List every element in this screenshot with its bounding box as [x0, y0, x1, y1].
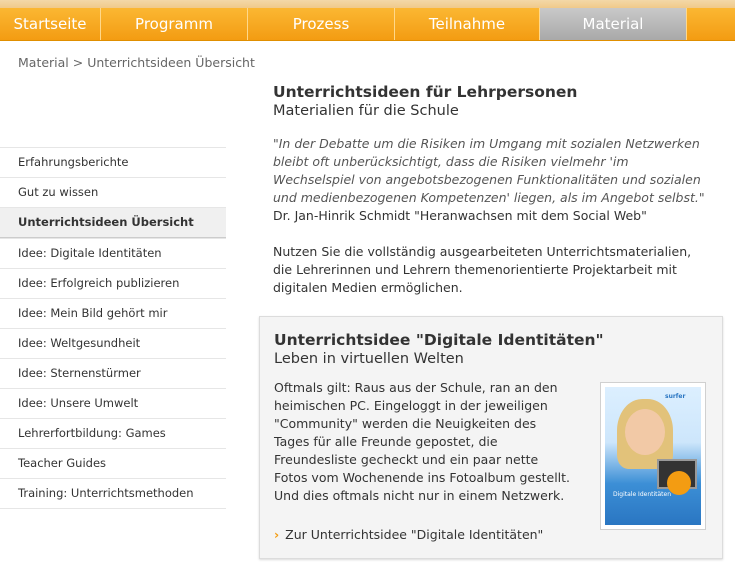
nav-item-prozess[interactable]: Prozess [248, 8, 395, 40]
card-title: Unterrichtsidee "Digitale Identitäten" [274, 331, 604, 349]
nav-item-programm[interactable]: Programm [101, 8, 248, 40]
nav-item-truncated[interactable]: T [687, 8, 735, 40]
sidebar-item-training-unterrichtsmethoden[interactable]: Training: Unterrichtsmethoden [0, 478, 226, 509]
quote-author: Dr. Jan-Hinrik Schmidt "Heranwachsen mit… [273, 208, 647, 223]
breadcrumb: Material > Unterrichtsideen Übersicht [18, 55, 255, 70]
card-subtitle: Leben in virtuellen Welten [274, 351, 464, 367]
sidebar-item-gut-zu-wissen[interactable]: Gut zu wissen [0, 177, 226, 207]
header-banner-strip [0, 0, 735, 8]
sidebar-item-teacher-guides[interactable]: Teacher Guides [0, 448, 226, 478]
sidebar-item-weltgesundheit[interactable]: Idee: Weltgesundheit [0, 328, 226, 358]
sidebar-item-erfahrungsberichte[interactable]: Erfahrungsberichte [0, 147, 226, 177]
nav-item-startseite[interactable]: Startseite [0, 8, 101, 40]
brochure-cover-image: surfer Digitale Identitäten [605, 387, 701, 525]
teaser-card: Unterrichtsidee "Digitale Identitäten" L… [259, 316, 723, 559]
card-link-label[interactable]: Zur Unterrichtsidee "Digitale Identitäte… [285, 527, 543, 542]
sidebar-item-unterrichtsideen-uebersicht[interactable]: Unterrichtsideen Übersicht [0, 207, 226, 238]
intro-paragraph: Nutzen Sie die vollständig ausgearbeitet… [273, 244, 692, 295]
sidebar-item-unsere-umwelt[interactable]: Idee: Unsere Umwelt [0, 388, 226, 418]
main-content: Unterrichtsideen für Lehrpersonen Materi… [273, 83, 713, 297]
nav-item-material[interactable]: Material [540, 8, 687, 40]
sidebar-item-sternenstuermer[interactable]: Idee: Sternenstürmer [0, 358, 226, 388]
sidebar: Erfahrungsberichte Gut zu wissen Unterri… [0, 147, 226, 509]
page-title: Unterrichtsideen für Lehrpersonen [273, 83, 578, 101]
page-subtitle: Materialien für die Schule [273, 103, 459, 119]
chevron-right-icon: › [274, 527, 280, 542]
cover-logo-text: surfer [665, 393, 686, 400]
card-link[interactable]: › Zur Unterrichtsidee "Digitale Identität… [274, 527, 543, 542]
sidebar-item-digitale-identitaeten[interactable]: Idee: Digitale Identitäten [0, 238, 226, 268]
card-text: Oftmals gilt: Raus aus der Schule, ran a… [274, 380, 571, 503]
cover-person-face [625, 409, 665, 455]
cover-title-text: Digitale Identitäten [613, 491, 672, 498]
quote-text: "In der Debatte um die Risiken im Umgang… [273, 136, 705, 205]
sidebar-item-erfolgreich-publizieren[interactable]: Idee: Erfolgreich publizieren [0, 268, 226, 298]
nav-item-teilnahme[interactable]: Teilnahme [395, 8, 540, 40]
sidebar-item-lehrerfortbildung-games[interactable]: Lehrerfortbildung: Games [0, 418, 226, 448]
sidebar-item-mein-bild[interactable]: Idee: Mein Bild gehört mir [0, 298, 226, 328]
brochure-thumbnail[interactable]: surfer Digitale Identitäten [600, 382, 706, 530]
main-nav: Startseite Programm Prozess Teilnahme Ma… [0, 8, 735, 41]
